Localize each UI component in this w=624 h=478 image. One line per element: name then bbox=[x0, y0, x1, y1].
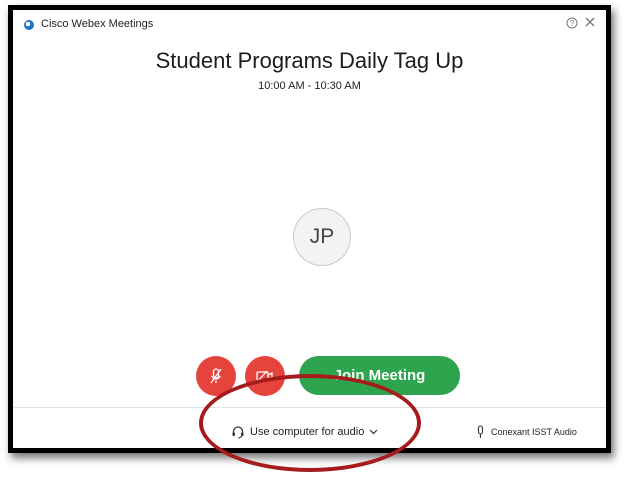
audio-device-selector[interactable]: Conexant ISST Audio bbox=[476, 423, 577, 441]
meeting-title: Student Programs Daily Tag Up bbox=[155, 48, 464, 73]
chevron-down-icon bbox=[369, 429, 378, 435]
svg-text:?: ? bbox=[570, 19, 575, 28]
app-title: Cisco Webex Meetings bbox=[41, 18, 154, 30]
headset-icon bbox=[232, 426, 244, 439]
microphone-muted-icon bbox=[210, 368, 222, 384]
webex-logo-icon bbox=[24, 20, 34, 30]
audio-option-label: Use computer for audio bbox=[250, 426, 365, 438]
video-button[interactable] bbox=[245, 356, 285, 396]
close-icon[interactable] bbox=[584, 16, 596, 28]
meeting-time: 10:00 AM - 10:30 AM bbox=[258, 80, 361, 92]
microphone-icon bbox=[477, 425, 484, 438]
title-bar: Cisco Webex Meetings ? bbox=[13, 10, 606, 40]
divider bbox=[13, 407, 606, 408]
mute-button[interactable] bbox=[196, 356, 236, 396]
avatar-initials: JP bbox=[309, 225, 335, 248]
video-off-icon bbox=[256, 370, 273, 382]
audio-option-dropdown[interactable]: Use computer for audio bbox=[231, 423, 378, 441]
join-meeting-button[interactable]: Join Meeting bbox=[299, 356, 460, 395]
webex-window: Cisco Webex Meetings ? Student Programs … bbox=[8, 5, 611, 453]
audio-device-label: Conexant ISST Audio bbox=[491, 427, 577, 437]
avatar: JP bbox=[293, 208, 351, 266]
help-icon[interactable]: ? bbox=[566, 17, 578, 29]
